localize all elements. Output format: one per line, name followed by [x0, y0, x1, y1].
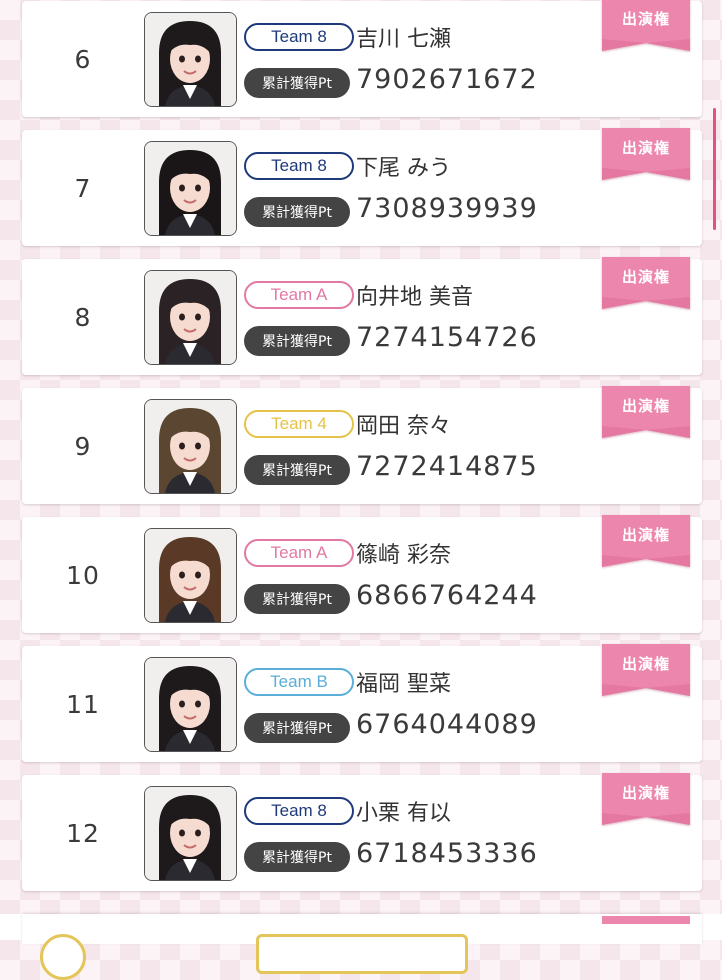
member-name[interactable]: 向井地 美音 [356, 279, 473, 311]
cumulative-points-label: 累計獲得Pt [244, 326, 350, 356]
ranking-card[interactable]: 12 Team 8 小栗 有以 累計獲得Pt 6718453336 出演権 [22, 773, 702, 891]
cumulative-points-value: 6718453336 [356, 838, 538, 869]
performance-right-label: 出演権 [621, 784, 670, 802]
cumulative-points-label: 累計獲得Pt [244, 197, 350, 227]
team-badge: Team 8 [244, 23, 354, 51]
performance-right-ribbon: 出演権 [602, 515, 690, 567]
partial-button[interactable] [256, 934, 468, 974]
performance-right-label: 出演権 [621, 268, 670, 286]
member-name[interactable]: 吉川 七瀬 [356, 21, 451, 53]
member-photo[interactable] [144, 786, 237, 881]
member-name[interactable]: 福岡 聖菜 [356, 666, 451, 698]
rank-number: 12 [66, 818, 100, 848]
member-photo[interactable] [144, 12, 237, 107]
ranking-list: 4 累計獲得Pt 出演権 6 [22, 0, 702, 904]
cumulative-points-value: 6764044089 [356, 709, 538, 740]
performance-right-ribbon: 出演権 [602, 257, 690, 309]
performance-right-ribbon: 出演権 [602, 0, 690, 51]
performance-right-label: 出演権 [621, 10, 670, 28]
cumulative-points-label: 累計獲得Pt [244, 713, 350, 743]
performance-right-label: 出演権 [621, 139, 670, 157]
rank-number: 8 [74, 302, 92, 332]
member-photo[interactable] [144, 270, 237, 365]
member-photo-image [145, 400, 236, 493]
ranking-card[interactable]: 7 Team 8 下尾 みう 累計獲得Pt 7308939939 出演権 [22, 128, 702, 246]
member-photo-image [145, 142, 236, 235]
performance-right-ribbon: 出演権 [602, 773, 690, 825]
team-badge: Team 4 [244, 410, 354, 438]
cumulative-points-value: 7902671672 [356, 64, 538, 95]
performance-right-ribbon: 出演権 [602, 644, 690, 696]
member-photo[interactable] [144, 528, 237, 623]
performance-right-label: 出演権 [621, 526, 670, 544]
team-badge: Team B [244, 668, 354, 696]
team-badge: Team A [244, 539, 354, 567]
member-name[interactable]: 岡田 奈々 [356, 408, 451, 440]
member-photo-image [145, 529, 236, 622]
member-photo[interactable] [144, 657, 237, 752]
cumulative-points-label: 累計獲得Pt [244, 842, 350, 872]
member-name[interactable]: 下尾 みう [356, 150, 451, 182]
member-photo-image [145, 13, 236, 106]
rank-number: 9 [74, 431, 92, 461]
member-photo-image [145, 787, 236, 880]
team-badge: Team 8 [244, 797, 354, 825]
member-name[interactable]: 篠崎 彩奈 [356, 537, 451, 569]
rank-number: 6 [74, 44, 92, 74]
ranking-card[interactable]: 8 Team A 向井地 美音 累計獲得Pt 7274154726 出演権 [22, 257, 702, 375]
team-badge: Team A [244, 281, 354, 309]
ranking-card[interactable]: 9 Team 4 岡田 奈々 累計獲得Pt 7272414875 出演権 [22, 386, 702, 504]
partial-ribbon [602, 916, 690, 924]
rank-number: 10 [66, 560, 100, 590]
rank-number: 11 [66, 689, 100, 719]
team-badge: Team 8 [244, 152, 354, 180]
member-photo-image [145, 658, 236, 751]
performance-right-ribbon: 出演権 [602, 128, 690, 180]
cumulative-points-label: 累計獲得Pt [244, 68, 350, 98]
performance-right-label: 出演権 [621, 655, 670, 673]
ranking-card[interactable]: 10 Team A 篠崎 彩奈 累計獲得Pt 6866764244 出演権 [22, 515, 702, 633]
cumulative-points-value: 6866764244 [356, 580, 538, 611]
member-name[interactable]: 小栗 有以 [356, 795, 451, 827]
cumulative-points-value: 7272414875 [356, 451, 538, 482]
performance-right-label: 出演権 [621, 397, 670, 415]
cumulative-points-label: 累計獲得Pt [244, 584, 350, 614]
member-photo[interactable] [144, 399, 237, 494]
scrollbar[interactable] [713, 108, 716, 230]
ranking-card[interactable]: 11 Team B 福岡 聖菜 累計獲得Pt 6764044089 出演権 [22, 644, 702, 762]
member-photo-image [145, 271, 236, 364]
partial-circle-button[interactable] [40, 934, 86, 980]
rank-number: 7 [74, 173, 92, 203]
cumulative-points-label: 累計獲得Pt [244, 455, 350, 485]
cumulative-points-value: 7308939939 [356, 193, 538, 224]
ranking-card[interactable]: 6 Team 8 吉川 七瀬 累計獲得Pt 7902671672 出演権 [22, 0, 702, 117]
member-photo[interactable] [144, 141, 237, 236]
cumulative-points-value: 7274154726 [356, 322, 538, 353]
performance-right-ribbon: 出演権 [602, 386, 690, 438]
